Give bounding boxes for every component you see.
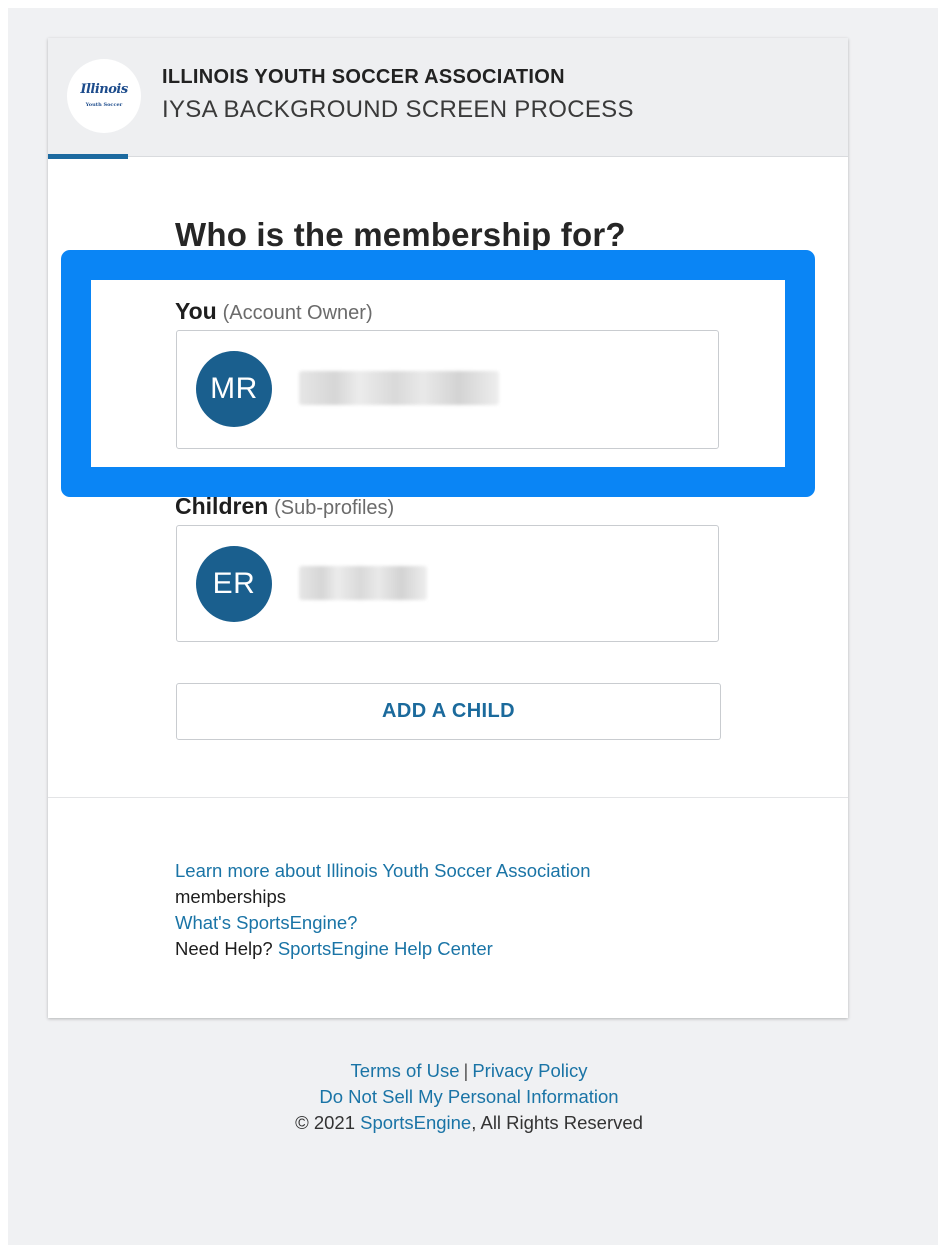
children-label: Children (175, 493, 269, 519)
account-owner-sublabel: (Account Owner) (222, 302, 373, 324)
children-section-label: Children (Sub-profiles) (175, 493, 394, 520)
divider (48, 797, 848, 798)
you-label: You (175, 298, 217, 324)
avatar: MR (196, 351, 272, 427)
card-header: Illinois Youth Soccer ILLINOIS YOUTH SOC… (48, 38, 848, 157)
you-section-label: You (Account Owner) (175, 298, 373, 325)
page-title: Who is the membership for? (175, 216, 626, 253)
logo-wordmark: Illinois Youth Soccer (80, 82, 128, 109)
org-logo: Illinois Youth Soccer (67, 59, 141, 133)
do-not-sell-link[interactable]: Do Not Sell My Personal Information (319, 1086, 618, 1107)
learn-more-link[interactable]: Learn more about Illinois Youth Soccer A… (175, 860, 590, 881)
org-name: ILLINOIS YOUTH SOCCER ASSOCIATION (162, 66, 565, 88)
sub-profiles-sublabel: (Sub-profiles) (274, 497, 395, 519)
profile-name-redacted (299, 566, 427, 600)
learn-more-suffix: memberships (175, 886, 287, 907)
avatar: ER (196, 546, 272, 622)
page-footer: Terms of Use | Privacy Policy Do Not Sell … (0, 1058, 938, 1136)
whats-sportsengine-link[interactable]: What's SportsEngine? (175, 912, 357, 933)
info-links: Learn more about Illinois Youth Soccer A… (175, 858, 590, 962)
account-owner-profile[interactable]: MR (176, 330, 719, 449)
profile-name-redacted (299, 371, 499, 405)
membership-card: Illinois Youth Soccer ILLINOIS YOUTH SOC… (48, 38, 848, 1018)
copyright-prefix: © 2021 (295, 1112, 355, 1133)
logo-text: Illinois (80, 82, 128, 97)
progress-indicator (48, 154, 128, 159)
help-center-link[interactable]: SportsEngine Help Center (278, 938, 493, 959)
child-profile[interactable]: ER (176, 525, 719, 642)
add-child-button[interactable]: ADD A CHILD (176, 683, 721, 740)
privacy-policy-link[interactable]: Privacy Policy (472, 1060, 587, 1081)
need-help-text: Need Help? (175, 938, 273, 959)
footer-separator: | (463, 1060, 469, 1081)
terms-of-use-link[interactable]: Terms of Use (351, 1060, 460, 1081)
process-name: IYSA BACKGROUND SCREEN PROCESS (162, 96, 634, 123)
copyright-suffix: , All Rights Reserved (471, 1112, 643, 1133)
sportsengine-link[interactable]: SportsEngine (360, 1112, 471, 1133)
logo-subtext: Youth Soccer (85, 102, 123, 108)
